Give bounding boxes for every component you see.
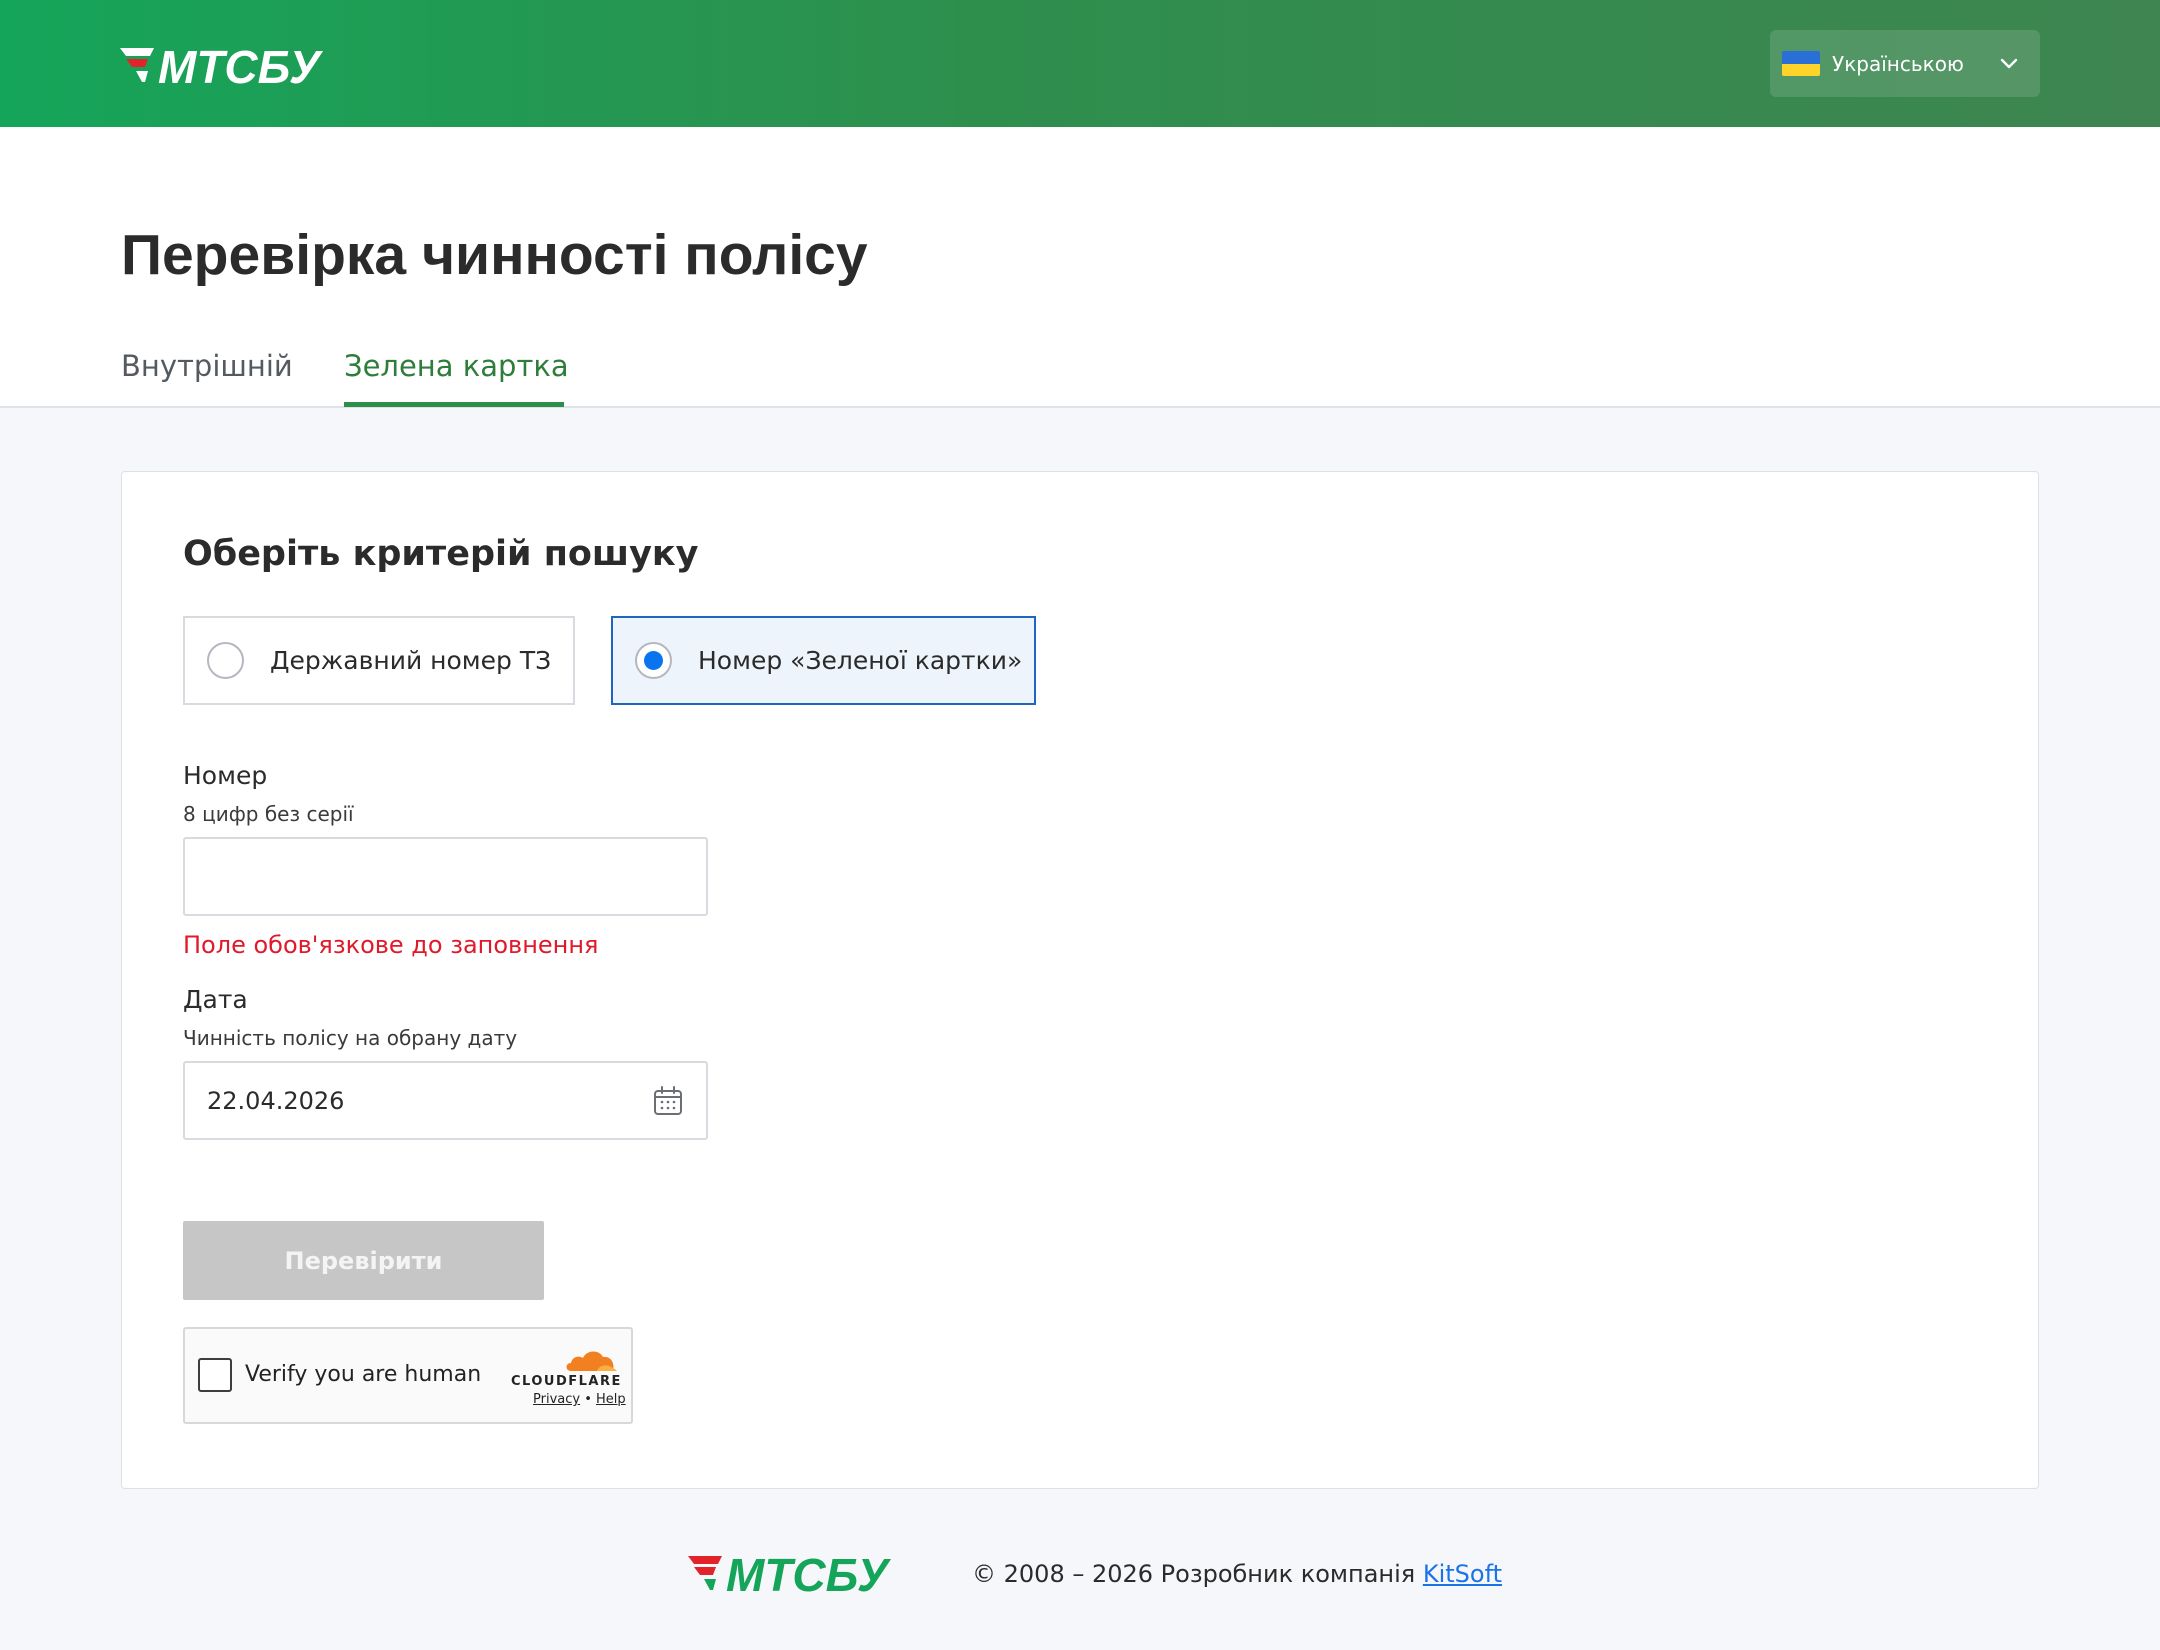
footer-copyright: © 2008 – 2026 Розробник компанія KitSoft [972,1560,1502,1588]
calendar-icon[interactable] [652,1085,684,1117]
tab-domestic[interactable]: Внутрішній [121,349,293,383]
site-header: МТСБУ Українською [0,0,2160,127]
date-field-label: Дата [183,985,248,1014]
footer-logo-text: МТСБУ [726,1549,892,1598]
captcha-links: Privacy • Help [533,1392,626,1407]
footer-mtsbu-logo[interactable]: МТСБУ [686,1548,936,1598]
help-link[interactable]: Help [596,1392,626,1407]
logo-text: МТСБУ [158,41,324,90]
number-field-hint: 8 цифр без серії [183,802,354,826]
captcha-label: Verify you are human [245,1362,482,1387]
search-form-card: Оберіть критерій пошуку Державний номер … [121,471,2039,1489]
form-title: Оберіть критерій пошуку [183,534,699,574]
radio-button-checked[interactable] [635,642,672,679]
language-label: Українською [1832,51,1964,76]
kitsoft-link[interactable]: KitSoft [1423,1560,1502,1588]
number-input[interactable] [183,837,708,916]
chevron-down-icon [2000,58,2018,69]
tab-green-card[interactable]: Зелена картка [344,349,569,383]
mtsbu-logo[interactable]: МТСБУ [118,40,370,90]
radio-button[interactable] [207,642,244,679]
page-heading-section: Перевірка чинності полісу Внутрішній Зел… [0,127,2160,408]
cloudflare-captcha: Verify you are human CLOUDFLARE Privacy … [183,1327,633,1424]
date-field-hint: Чинність полісу на обрану дату [183,1026,518,1050]
privacy-link[interactable]: Privacy [533,1392,580,1407]
copyright-text: © 2008 – 2026 Розробник компанія [972,1560,1423,1588]
number-field-label: Номер [183,761,268,790]
cloudflare-brand: CLOUDFLARE [511,1374,622,1389]
captcha-checkbox[interactable] [198,1358,232,1392]
criterion-label: Державний номер ТЗ [270,646,552,675]
date-input[interactable]: 22.04.2026 [183,1061,708,1140]
number-error-message: Поле обов'язкове до заповнення [183,931,599,959]
ukraine-flag-icon [1782,51,1820,76]
cloudflare-cloud-icon [566,1351,617,1371]
criterion-label: Номер «Зеленої картки» [698,646,1023,675]
language-selector[interactable]: Українською [1770,30,2040,97]
criterion-vehicle-plate[interactable]: Державний номер ТЗ [183,616,575,705]
check-button[interactable]: Перевірити [183,1221,544,1300]
link-separator: • [584,1392,592,1407]
page-title: Перевірка чинності полісу [121,223,868,287]
criterion-green-card-number[interactable]: Номер «Зеленої картки» [611,616,1036,705]
active-tab-indicator [344,402,564,407]
date-value: 22.04.2026 [207,1086,345,1115]
